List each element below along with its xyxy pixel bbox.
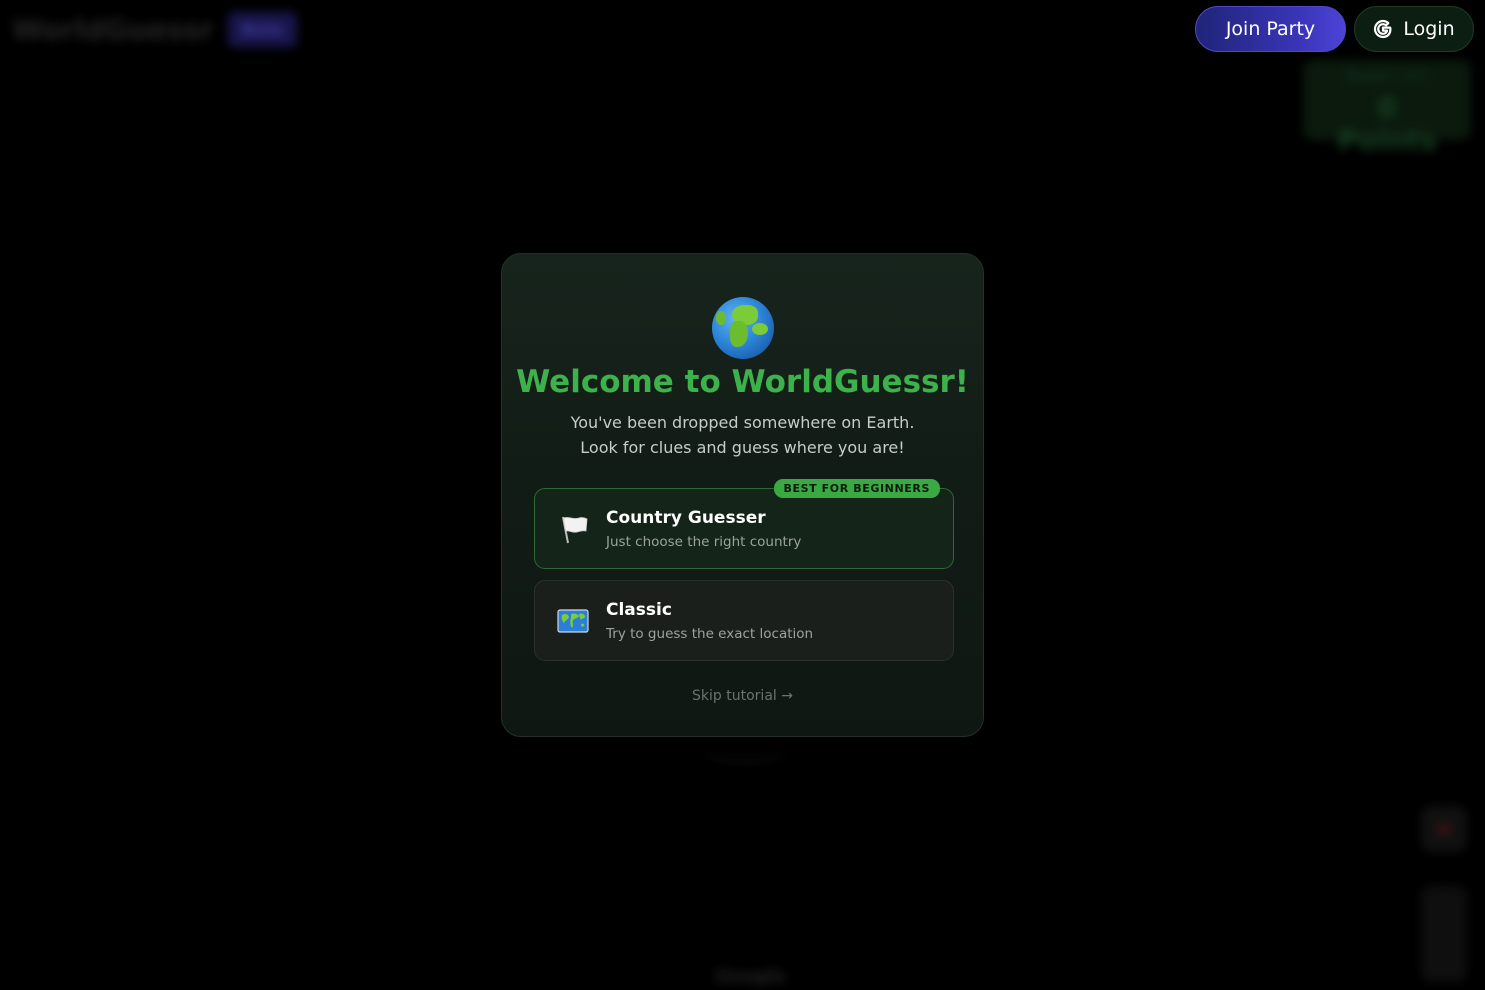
login-button[interactable]: Login [1354, 6, 1474, 52]
score-panel: Round 1 of 5 0 Points [1303, 60, 1471, 157]
login-label: Login [1403, 18, 1455, 40]
world-map-icon [557, 609, 589, 633]
country-guesser-description: Just choose the right country [606, 534, 802, 550]
join-party-button[interactable]: Join Party [1195, 6, 1346, 52]
classic-option[interactable]: Classic Try to guess the exact location [534, 580, 954, 661]
google-attribution: Google [715, 966, 786, 987]
modal-subtitle-line2: Look for clues and guess where you are! [580, 438, 905, 457]
logo-text: WorldGuessr [12, 13, 214, 46]
points-label: 0 Points [1337, 91, 1437, 157]
globe-europe-africa-icon [712, 297, 774, 359]
welcome-tutorial-modal: Welcome to WorldGuessr! You've been drop… [501, 253, 984, 737]
report-flag-button [1421, 806, 1467, 852]
join-party-label: Join Party [1225, 18, 1316, 40]
white-flag-icon [562, 516, 588, 544]
classic-description: Try to guess the exact location [606, 626, 814, 642]
country-guesser-option[interactable]: Country Guesser Just choose the right co… [534, 479, 954, 569]
round-label: Round 1 of 5 [1345, 70, 1429, 85]
skip-tutorial-link[interactable]: Skip tutorial → [502, 688, 983, 704]
country-guesser-title: Country Guesser [606, 508, 766, 528]
modal-subtitle-line1: You've been dropped somewhere on Earth. [570, 413, 915, 432]
zoom-controls [1421, 886, 1467, 982]
beta-badge: Beta [227, 12, 298, 47]
modal-title: Welcome to WorldGuessr! [516, 364, 969, 400]
classic-title: Classic [606, 600, 672, 620]
app-logo: WorldGuessr Beta [12, 12, 298, 47]
google-g-icon [1374, 19, 1392, 39]
best-for-beginners-badge: BEST FOR BEGINNERS [773, 479, 940, 498]
street-view-arrow [700, 736, 790, 762]
